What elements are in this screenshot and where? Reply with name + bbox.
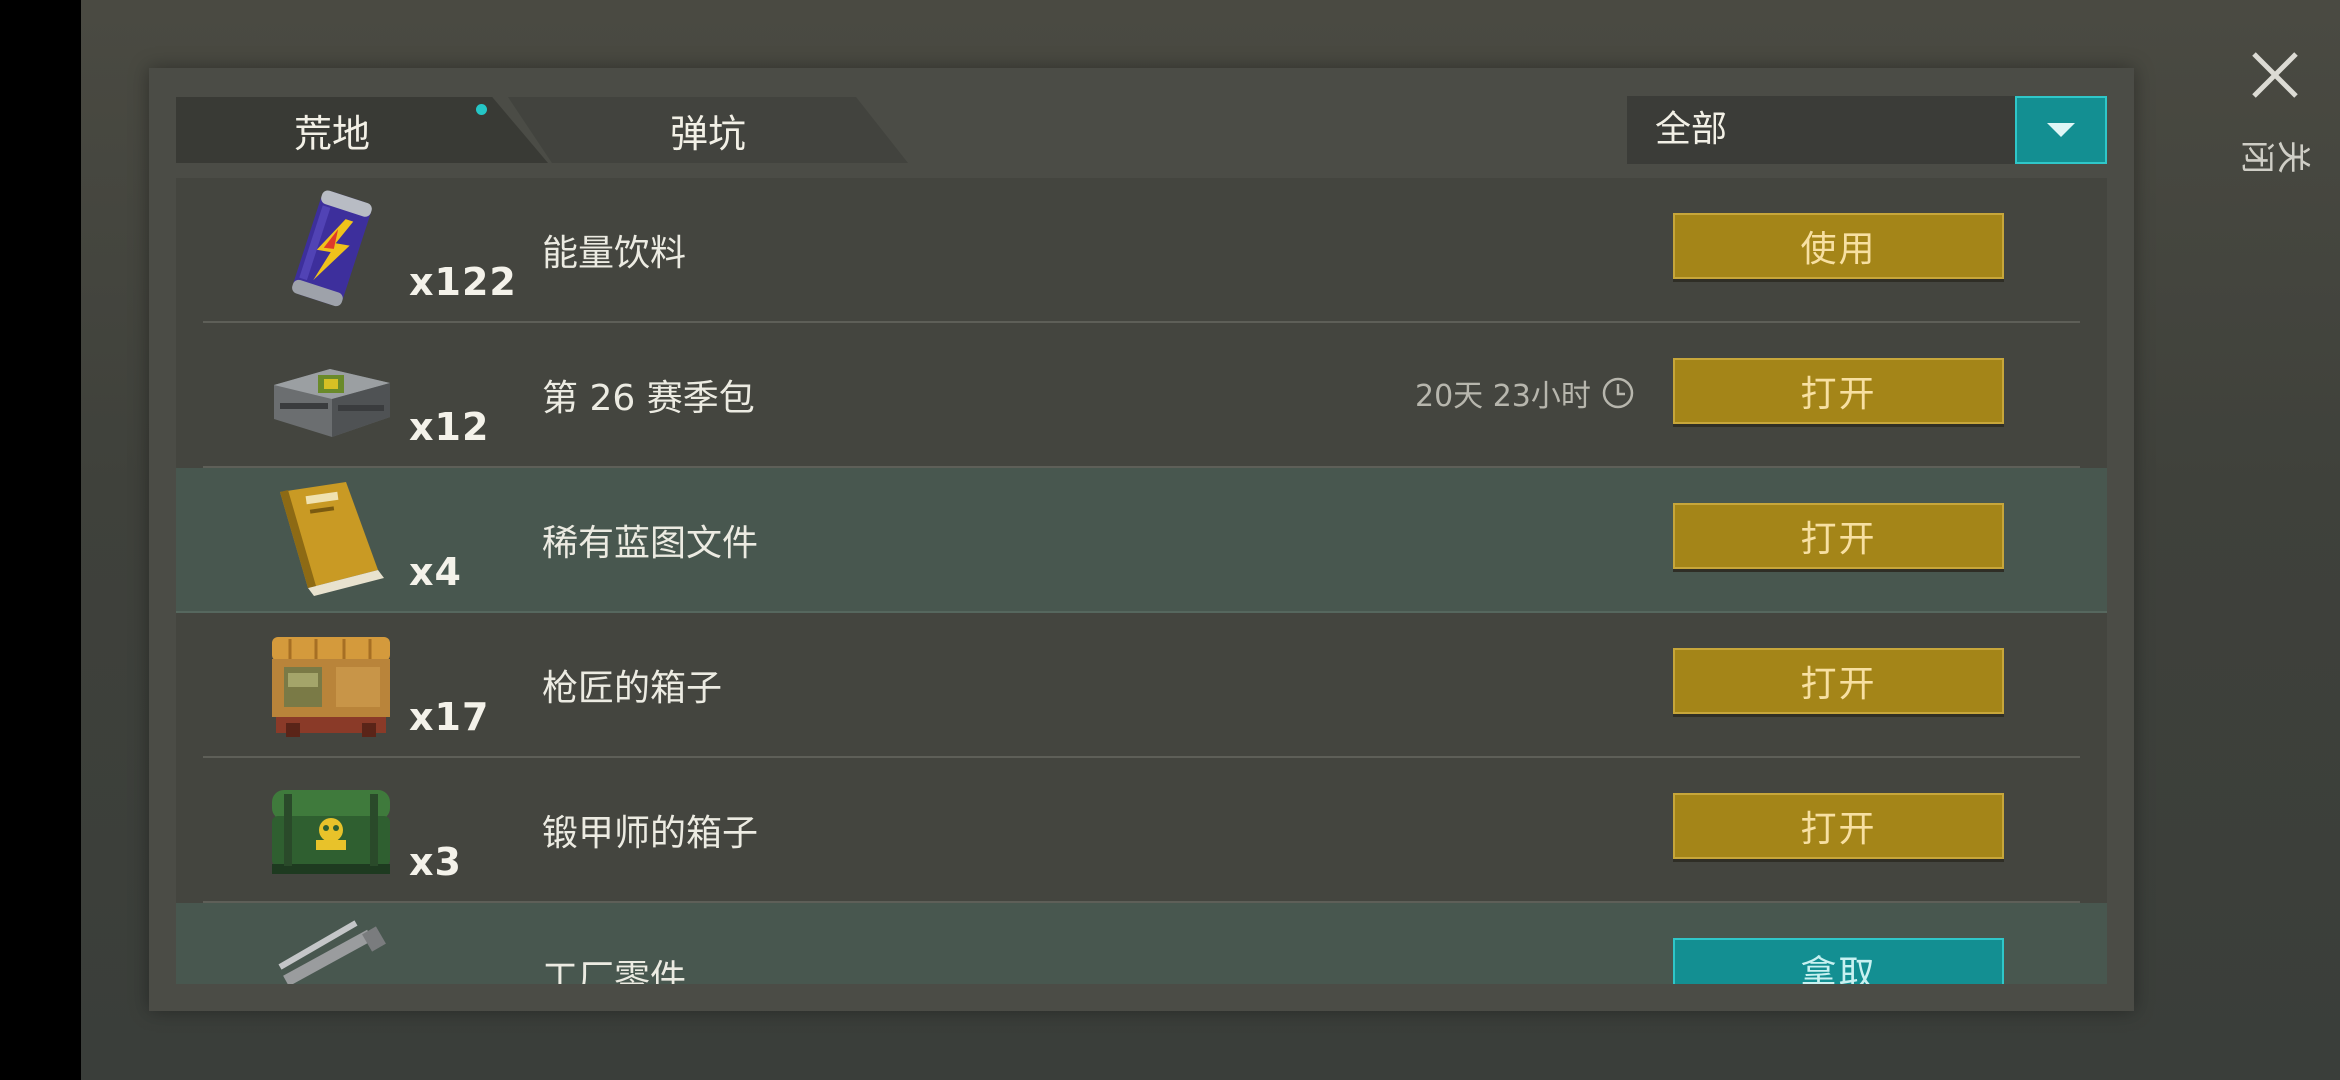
item-quantity: x3 (409, 840, 462, 884)
list-item[interactable]: x3 锻甲师的箱子 打开 (176, 758, 2107, 903)
take-button[interactable]: 拿取 (1673, 938, 2004, 984)
item-quantity: x122 (409, 260, 517, 304)
wooden-crate-icon (266, 623, 396, 743)
item-quantity: x12 (409, 405, 490, 449)
blueprint-folder-icon (266, 478, 396, 598)
chevron-down-icon (2047, 123, 2075, 137)
close-label: 关闭 (2239, 133, 2311, 174)
dropdown-toggle-button[interactable] (2015, 96, 2107, 164)
item-name: 锻甲师的箱子 (542, 813, 759, 854)
item-name: 稀有蓝图文件 (542, 523, 759, 564)
open-button[interactable]: 打开 (1673, 503, 2004, 569)
close-icon (2252, 52, 2298, 98)
list-item[interactable]: 工厂零件 拿取 (176, 903, 2107, 984)
close-button[interactable]: 关闭 (2239, 50, 2311, 220)
list-item[interactable]: x122 能量饮料 使用 (176, 178, 2107, 323)
item-name: 工厂零件 (542, 958, 687, 984)
list-item[interactable]: x4 稀有蓝图文件 打开 (176, 468, 2107, 613)
tab-crater[interactable]: 弹坑 (508, 97, 908, 163)
factory-parts-icon (266, 913, 396, 984)
item-quantity: x4 (409, 550, 462, 594)
tab-label: 弹坑 (669, 111, 746, 156)
clock-icon (1602, 377, 1634, 409)
timer-text: 20天 23小时 (1415, 379, 1591, 414)
green-armor-box-icon (266, 768, 396, 888)
item-quantity: x17 (409, 695, 490, 739)
list-item[interactable]: x12 第 26 赛季包 20天 23小时 打开 (176, 323, 2107, 468)
filter-dropdown[interactable]: 全部 (1627, 96, 2107, 164)
notification-dot (476, 104, 487, 115)
tab-label: 荒地 (293, 111, 370, 156)
season-pack-crate-icon (266, 333, 396, 453)
energy-drink-can-icon (266, 188, 396, 308)
open-button[interactable]: 打开 (1673, 358, 2004, 424)
tab-wasteland[interactable]: 荒地 (176, 97, 548, 163)
item-list[interactable]: x122 能量饮料 使用 x12 第 26 赛季包 20天 23小时 打开 x4… (176, 178, 2107, 984)
item-name: 第 26 赛季包 (542, 378, 755, 419)
list-item[interactable]: x17 枪匠的箱子 打开 (176, 613, 2107, 758)
open-button[interactable]: 打开 (1673, 793, 2004, 859)
filter-selected-value: 全部 (1655, 109, 1728, 150)
open-button[interactable]: 打开 (1673, 648, 2004, 714)
use-button[interactable]: 使用 (1673, 213, 2004, 279)
item-name: 能量饮料 (542, 233, 687, 274)
item-timer: 20天 23小时 (1415, 371, 1635, 415)
item-name: 枪匠的箱子 (542, 668, 723, 709)
